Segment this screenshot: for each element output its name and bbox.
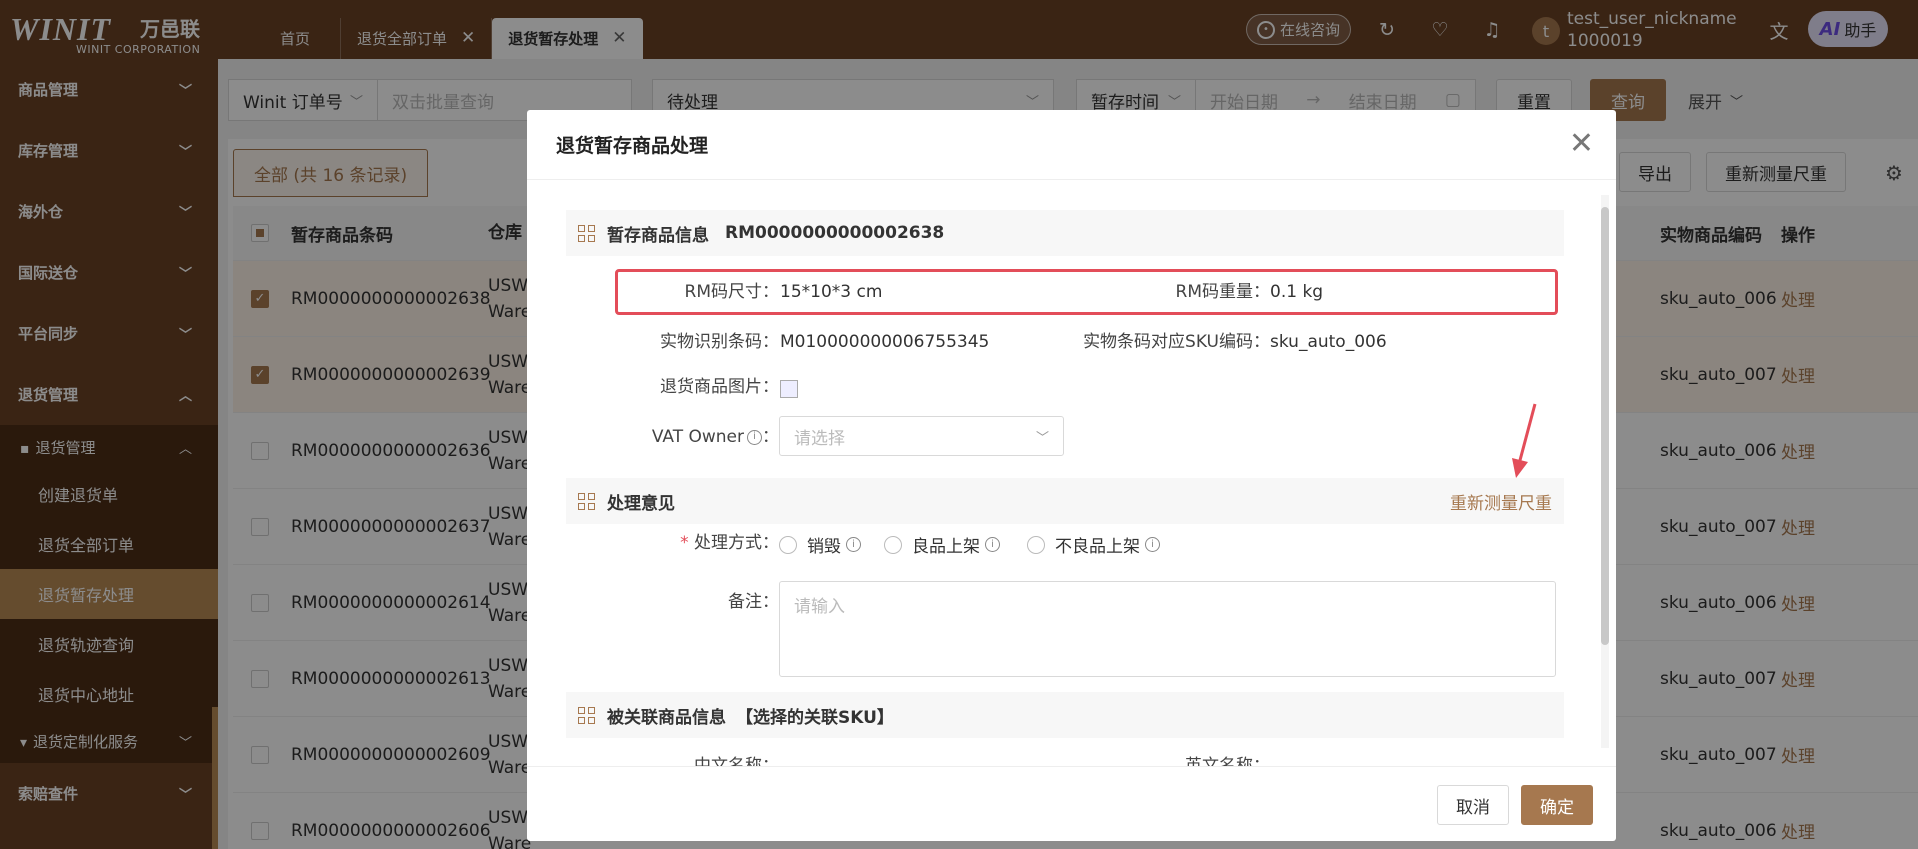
radio-label: 不良品上架 [1055,537,1140,557]
return-holding-dialog: 退货暂存商品处理 ✕ 暂存商品信息 RM0000000000002638 RM码… [527,110,1616,841]
radio-destroy[interactable]: 销毁 i [779,532,861,557]
radio-label: 良品上架 [912,537,980,557]
method-label: * 处理方式： [615,532,779,554]
grid-icon [578,224,595,242]
required-mark: * [680,533,689,553]
remeasure-link[interactable]: 重新测量尺重 [1450,489,1552,514]
vat-colon: ： [762,427,779,447]
dialog-footer: 取消 确定 [527,766,1616,841]
section-holding-info: 暂存商品信息 RM0000000000002638 [566,210,1564,256]
grid-icon [578,706,595,724]
vat-owner-select[interactable]: 请选择 ﹀ [779,416,1064,456]
image-label: 退货商品图片： [660,377,779,397]
radio-label: 销毁 [807,537,841,557]
vat-owner-text: VAT Owner [651,427,744,447]
en-name-label: 英文名称： [1185,756,1270,766]
rm-weight-label: RM码重量： [1175,282,1270,302]
section-title: 被关联商品信息 [607,707,726,728]
rm-size-label: RM码尺寸： [684,282,779,302]
info-icon[interactable]: i [846,537,861,552]
annotation-arrow-icon [1512,403,1537,478]
holding-code: RM0000000000002638 [725,223,945,243]
product-image[interactable] [780,380,798,398]
radio-good-shelf[interactable]: 良品上架 i [884,532,1000,557]
dialog-title: 退货暂存商品处理 [556,135,709,157]
select-placeholder: 请选择 [794,428,845,449]
section-linked-product: 被关联商品信息 【选择的关联SKU】 [566,692,1564,738]
dialog-scrollbar[interactable] [1601,195,1609,748]
section-opinion: 处理意见 重新测量尺重 [566,478,1564,524]
scrollbar-thumb[interactable] [1601,207,1609,645]
rm-weight-value: 0.1 kg [1270,282,1324,302]
app-root: WINIT 万邑联 WINIT CORPORATION 首页 退货全部订单 ✕ 退… [0,0,1918,849]
radio-circle [884,535,902,554]
close-icon[interactable]: ✕ [1569,129,1594,159]
remark-textarea[interactable]: 请输入 [779,581,1556,677]
linked-sku-hint: 【选择的关联SKU】 [736,707,894,728]
info-icon[interactable]: i [1145,537,1160,552]
confirm-button[interactable]: 确定 [1521,785,1593,825]
sku-label: 实物条码对应SKU编码： [1083,332,1270,352]
rm-size-value: 15*10*3 cm [780,282,883,302]
info-icon[interactable]: i [747,429,762,445]
section-title: 暂存商品信息 [607,225,709,246]
chevron-down-icon: ﹀ [1035,430,1049,446]
info-icon[interactable]: i [985,537,1000,552]
sku-value: sku_auto_006 [1270,332,1387,352]
dialog-header: 退货暂存商品处理 ✕ [527,110,1616,180]
section-title: 处理意见 [607,493,675,514]
vat-owner-label: VAT Owner i： [615,426,779,448]
radio-circle [1027,535,1045,554]
dialog-body: 暂存商品信息 RM0000000000002638 RM码尺寸： 15*10*3… [527,181,1616,766]
cancel-button[interactable]: 取消 [1437,785,1509,825]
radio-circle [779,535,797,554]
remark-label: 备注： [728,592,779,612]
grid-icon [578,492,595,510]
method-label-text: 处理方式： [694,533,779,553]
radio-defective-shelf[interactable]: 不良品上架 i [1027,532,1160,557]
barcode-label: 实物识别条码： [660,332,779,352]
barcode-value: M010000000006755345 [780,332,990,352]
cn-name-label: 中文名称： [694,756,779,766]
